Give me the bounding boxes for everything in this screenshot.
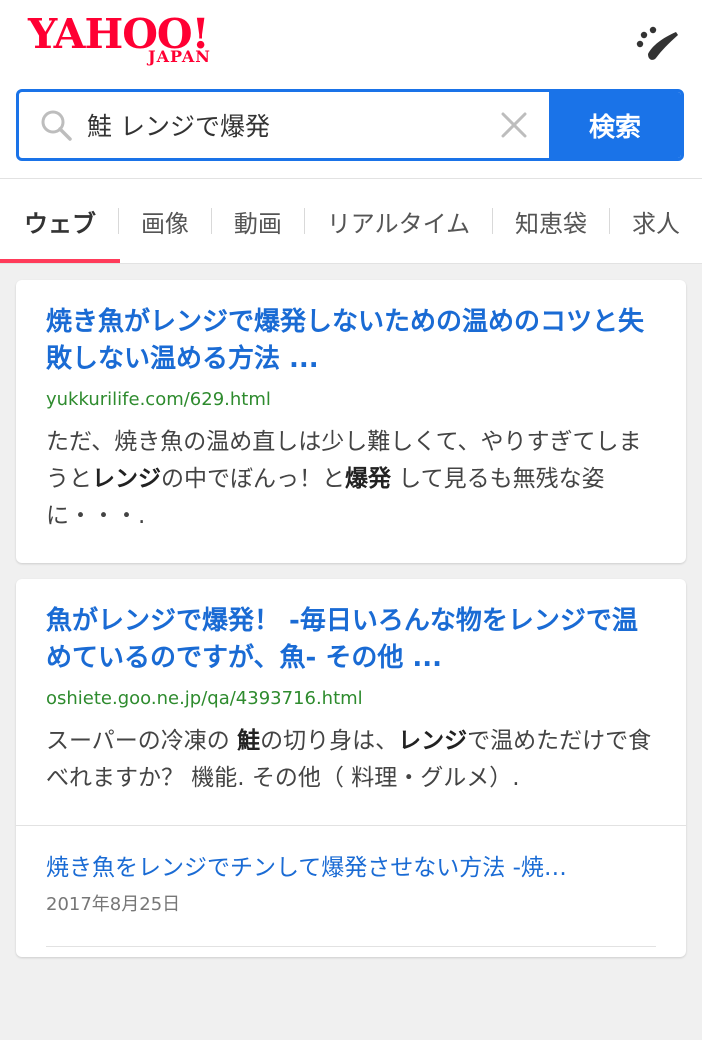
search-icon: [41, 110, 72, 141]
snippet-highlight: レンジ: [398, 728, 468, 754]
tab-videos[interactable]: 動画: [212, 179, 304, 263]
yahoo-japan-logo[interactable]: YAHOO! JAPAN: [28, 12, 228, 68]
search-type-tabs: ウェブ 画像 動画 リアルタイム 知恵袋 求人: [0, 178, 702, 264]
snippet-text: スーパーの冷凍の: [46, 728, 238, 754]
result-url: yukkurilife.com/629.html: [46, 389, 271, 410]
related-result: 焼き魚をレンジでチンして爆発させない方法 -焼… 2017年8月25日: [46, 826, 656, 957]
close-icon[interactable]: [499, 110, 529, 140]
snippet-highlight: レンジ: [92, 466, 161, 492]
header: YAHOO! JAPAN: [0, 0, 702, 86]
snippet-highlight: 鮭: [237, 728, 261, 754]
result-snippet: ただ、焼き魚の温め直しは少し難しくて、やりすぎてしまうとレンジの中でぼんっ！と爆…: [46, 424, 656, 535]
result-title-link[interactable]: 魚がレンジで爆発！ -毎日いろんな物をレンジで温めているのですが、魚- その他 …: [46, 603, 656, 677]
tab-web[interactable]: ウェブ: [0, 179, 120, 263]
tab-jobs[interactable]: 求人: [610, 179, 702, 263]
snippet-text: の切り身は、: [260, 728, 399, 754]
divider: [46, 946, 656, 947]
result-snippet: スーパーの冷凍の 鮭の切り身は、レンジで温めただけで食べれますか？ 機能. その…: [46, 723, 656, 797]
result-card: 焼き魚がレンジで爆発しないための温めのコツと失敗しない温める方法 ... yuk…: [16, 280, 686, 563]
snippet-text: の中でぼんっ！と: [161, 466, 345, 492]
result-card: 魚がレンジで爆発！ -毎日いろんな物をレンジで温めているのですが、魚- その他 …: [16, 579, 686, 957]
palette-icon[interactable]: [632, 24, 680, 64]
search-button[interactable]: 検索: [549, 92, 681, 158]
tab-realtime[interactable]: リアルタイム: [305, 179, 492, 263]
search-input[interactable]: [73, 94, 499, 156]
snippet-highlight: 爆発: [345, 466, 391, 492]
search-bar: 検索: [0, 86, 702, 178]
results-list: 焼き魚がレンジで爆発しないための温めのコツと失敗しない温める方法 ... yuk…: [0, 264, 702, 1040]
tab-images[interactable]: 画像: [119, 179, 211, 263]
result-title-link[interactable]: 焼き魚がレンジで爆発しないための温めのコツと失敗しない温める方法 ...: [46, 304, 656, 378]
tab-chiebukuro[interactable]: 知恵袋: [493, 179, 609, 263]
result-url: oshiete.goo.ne.jp/qa/4393716.html: [46, 688, 363, 709]
related-result-date: 2017年8月25日: [46, 894, 181, 915]
search-box: 検索: [16, 89, 684, 161]
logo-subtext: JAPAN: [148, 47, 211, 66]
related-result-link[interactable]: 焼き魚をレンジでチンして爆発させない方法 -焼…: [46, 852, 656, 884]
search-field[interactable]: [19, 92, 549, 158]
